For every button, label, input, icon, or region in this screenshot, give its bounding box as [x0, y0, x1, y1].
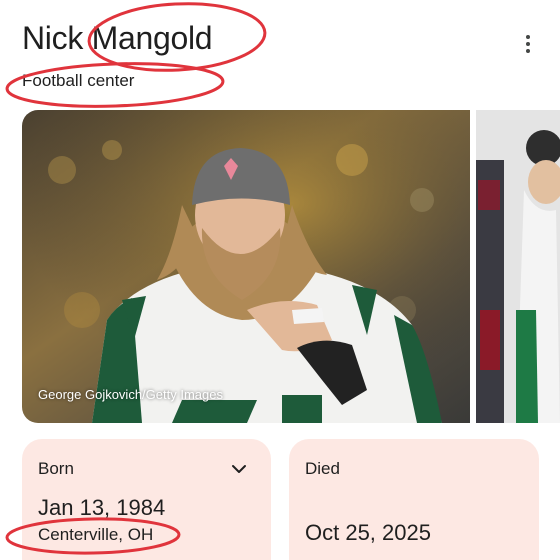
menu-dot: [526, 49, 530, 53]
main-photo[interactable]: [22, 110, 470, 423]
entity-subtitle: Football center: [22, 71, 135, 90]
photo-credit: George Gojkovich/Getty Images: [38, 387, 223, 402]
chevron-down-icon[interactable]: [229, 459, 249, 479]
menu-dot: [526, 35, 530, 39]
died-date: Oct 25, 2025: [305, 520, 431, 545]
page-title: Nick Mangold: [22, 20, 213, 56]
died-label: Died: [305, 459, 340, 478]
born-place: Centerville, OH: [38, 525, 154, 544]
born-label: Born: [38, 459, 74, 478]
born-card[interactable]: Born Jan 13, 1984 Centerville, OH: [22, 439, 271, 560]
died-card[interactable]: Died Oct 25, 2025: [289, 439, 539, 560]
more-vertical-icon[interactable]: [516, 30, 540, 58]
menu-dot: [526, 42, 530, 46]
secondary-photo-illustration: [476, 110, 560, 423]
born-date: Jan 13, 1984: [38, 495, 166, 520]
player-photo-illustration: [22, 110, 470, 423]
secondary-photo[interactable]: [476, 110, 560, 423]
